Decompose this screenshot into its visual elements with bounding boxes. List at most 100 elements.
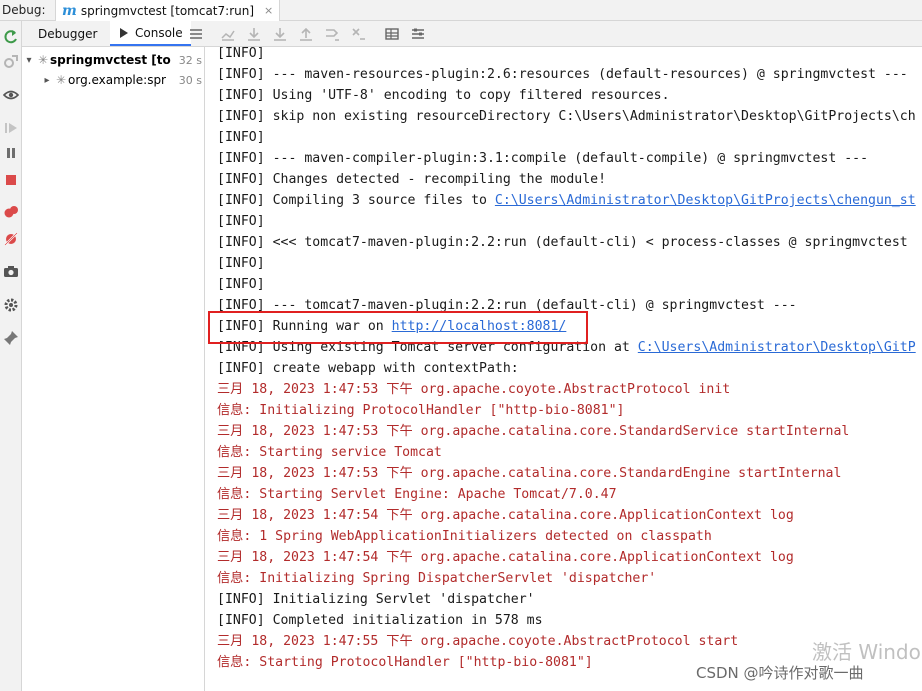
tab-console-label: Console (135, 25, 183, 40)
tree-item-org-example[interactable]: ▸ ✳ org.example:spr 30 s (40, 70, 204, 90)
tab-console[interactable]: Console (110, 21, 191, 46)
console-line: 信息: Initializing ProtocolHandler ["http-… (217, 400, 624, 421)
run-tab-title: springmvctest [tomcat7:run] (80, 3, 255, 18)
console-line-text: 信息: Starting service Tomcat (217, 445, 442, 460)
maven-icon: m (62, 2, 77, 19)
console-line-text: [INFO] Compiling 3 source files to (217, 193, 495, 208)
console-line: 三月 18, 2023 1:47:54 下午 org.apache.catali… (217, 505, 794, 526)
console-line: 信息: Starting ProtocolHandler ["http-bio-… (217, 652, 593, 673)
chevron-right-icon[interactable]: ▸ (40, 75, 54, 86)
console-line-text: [INFO] Completed initialization in 578 m… (217, 613, 543, 628)
console-link[interactable]: C:\Users\Administrator\Desktop\GitP (638, 340, 916, 355)
console-line-text: [INFO] (217, 277, 265, 292)
tree-item-label: springmvctest [to (50, 53, 171, 67)
console-line-text: 三月 18, 2023 1:47:55 下午 org.apache.coyote… (217, 634, 739, 649)
console-line-text: [INFO] (217, 214, 265, 229)
run-configuration-tab[interactable]: m springmvctest [tomcat7:run] × (55, 0, 281, 21)
view-breakpoints-icon[interactable] (3, 204, 19, 220)
running-spinner-icon: ✳ (55, 73, 67, 87)
console-line: [INFO] --- maven-resources-plugin:2.6:re… (217, 64, 908, 85)
running-spinner-icon: ✳ (37, 53, 49, 67)
view-breakpoints-eye-icon[interactable] (3, 87, 19, 103)
console-line-text: [INFO] skip non existing resourceDirecto… (217, 109, 916, 124)
stop-icon[interactable] (3, 172, 19, 188)
csdn-watermark: CSDN @吟诗作对歌一曲 (696, 664, 864, 682)
evaluate-expression-icon[interactable] (350, 26, 366, 42)
console-line: 三月 18, 2023 1:47:53 下午 org.apache.catali… (217, 421, 849, 442)
menu-lines-icon[interactable] (188, 26, 204, 42)
console-line-text: 三月 18, 2023 1:47:54 下午 org.apache.catali… (217, 550, 794, 565)
close-icon[interactable]: × (264, 4, 273, 17)
table-icon[interactable] (384, 26, 400, 42)
mute-breakpoints-icon[interactable] (3, 231, 19, 247)
debug-tab-bar: Debugger Console (22, 21, 922, 47)
console-line-text: 信息: 1 Spring WebApplicationInitializers … (217, 529, 712, 544)
step-into-icon[interactable] (272, 26, 288, 42)
console-line-text: [INFO] <<< tomcat7-maven-plugin:2.2:run … (217, 235, 908, 250)
console-line: [INFO] create webapp with contextPath: (217, 358, 519, 379)
rerun-icon[interactable] (3, 29, 19, 45)
console-line: 三月 18, 2023 1:47:53 下午 org.apache.coyote… (217, 379, 730, 400)
frames-panel: ▾ ✳ springmvctest [to 32 s ▸ ✳ org.examp… (22, 47, 205, 691)
console-line-text: [INFO] create webapp with contextPath: (217, 361, 519, 376)
chevron-down-icon[interactable]: ▾ (22, 55, 36, 66)
console-output[interactable]: [INFO] [INFO] --- maven-resources-plugin:… (206, 47, 922, 691)
camera-icon[interactable] (3, 263, 19, 279)
highlight-box (208, 311, 588, 344)
console-line: [INFO] Changes detected - recompiling th… (217, 169, 606, 190)
modify-run-config-icon[interactable] (3, 54, 19, 70)
tab-debugger[interactable]: Debugger (30, 21, 105, 46)
console-line-text: [INFO] (217, 256, 265, 271)
console-line: [INFO] Using 'UTF-8' encoding to copy fi… (217, 85, 670, 106)
console-line-text: 三月 18, 2023 1:47:53 下午 org.apache.coyote… (217, 382, 731, 397)
console-line: [INFO] (217, 47, 265, 64)
run-to-cursor-icon[interactable] (324, 26, 340, 42)
console-line: [INFO] skip non existing resourceDirecto… (217, 106, 916, 127)
debug-label: Debug: (2, 3, 46, 17)
console-line-text: 信息: Starting Servlet Engine: Apache Tomc… (217, 487, 617, 502)
console-line: 三月 18, 2023 1:47:54 下午 org.apache.catali… (217, 547, 794, 568)
step-over-icon[interactable] (246, 26, 262, 42)
windows-activation-watermark: 激活 Windo (812, 640, 921, 664)
console-line: [INFO] (217, 274, 265, 295)
console-line-text: [INFO] (217, 130, 265, 145)
console-line-text: [INFO] Initializing Servlet 'dispatcher' (217, 592, 535, 607)
console-line-text: [INFO] --- maven-compiler-plugin:3.1:com… (217, 151, 869, 166)
show-execution-point-icon[interactable] (220, 26, 236, 42)
console-link[interactable]: C:\Users\Administrator\Desktop\GitProjec… (495, 193, 916, 208)
tree-item-duration: 30 s (178, 73, 202, 87)
tree-item-duration: 32 s (178, 53, 202, 67)
tab-debugger-label: Debugger (38, 26, 98, 41)
console-line: [INFO] --- maven-compiler-plugin:3.1:com… (217, 148, 868, 169)
console-line: 信息: Starting Servlet Engine: Apache Tomc… (217, 484, 617, 505)
console-line: 信息: Initializing Spring DispatcherServle… (217, 568, 656, 589)
console-line: 信息: 1 Spring WebApplicationInitializers … (217, 526, 712, 547)
console-line-text: 三月 18, 2023 1:47:53 下午 org.apache.catali… (217, 466, 842, 481)
debug-side-toolbar (0, 21, 22, 691)
console-line: [INFO] Initializing Servlet 'dispatcher' (217, 589, 535, 610)
console-line: [INFO] Completed initialization in 578 m… (217, 610, 543, 631)
console-line: [INFO] (217, 127, 265, 148)
console-line: [INFO] (217, 253, 265, 274)
console-line-text: [INFO] (217, 47, 265, 61)
settings-list-icon[interactable] (410, 26, 426, 42)
console-line-text: 信息: Initializing ProtocolHandler ["http-… (217, 403, 625, 418)
console-line-text: 信息: Initializing Spring DispatcherServle… (217, 571, 657, 586)
console-line-text: [INFO] Changes detected - recompiling th… (217, 172, 607, 187)
settings-gear-icon[interactable] (3, 297, 19, 313)
pin-icon[interactable] (3, 330, 19, 346)
tree-item-springmvctest[interactable]: ▾ ✳ springmvctest [to 32 s (22, 50, 204, 70)
console-line: [INFO] Compiling 3 source files to C:\Us… (217, 190, 916, 211)
console-line: [INFO] <<< tomcat7-maven-plugin:2.2:run … (217, 232, 908, 253)
pause-icon[interactable] (3, 145, 19, 161)
tree-item-label: org.example:spr (68, 73, 166, 87)
console-line: 三月 18, 2023 1:47:53 下午 org.apache.catali… (217, 463, 841, 484)
console-line-text: 信息: Starting ProtocolHandler ["http-bio-… (217, 655, 593, 670)
resume-icon[interactable] (3, 120, 19, 136)
console-line-text: [INFO] --- maven-resources-plugin:2.6:re… (217, 67, 908, 82)
console-line-text: 三月 18, 2023 1:47:54 下午 org.apache.catali… (217, 508, 794, 523)
step-out-icon[interactable] (298, 26, 314, 42)
console-line: [INFO] (217, 211, 265, 232)
debug-title-bar: Debug: m springmvctest [tomcat7:run] × (0, 0, 922, 21)
console-icon (120, 27, 128, 38)
